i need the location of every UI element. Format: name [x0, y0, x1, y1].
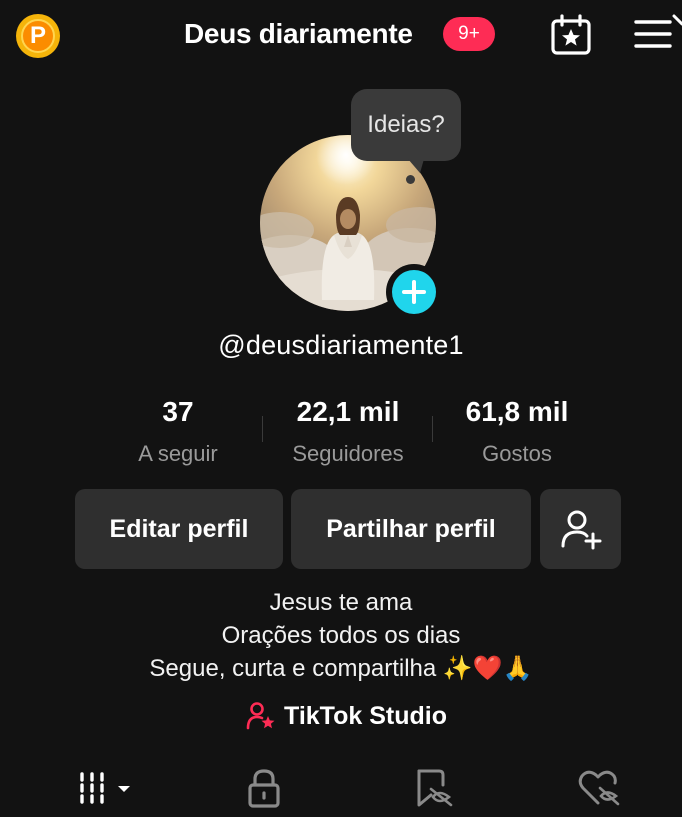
stat-followers-label: Seguidores: [292, 441, 404, 466]
bubble-dot: [406, 175, 415, 184]
bio-line: Jesus te ama: [269, 589, 413, 616]
profile-title[interactable]: Deus diariamente: [184, 14, 413, 54]
coins-icon[interactable]: P: [16, 14, 60, 58]
share-profile-button[interactable]: Partilhar perfil: [291, 489, 531, 569]
calendar-star-button[interactable]: [550, 14, 592, 56]
bio[interactable]: Jesus te ama Orações todos os dias Segue…: [0, 586, 682, 685]
menu-button[interactable]: [632, 14, 682, 54]
bio-emojis: ✨❤️🙏: [442, 654, 533, 682]
stat-following-label: A seguir: [138, 441, 218, 466]
tiktok-studio-label: TikTok Studio: [284, 702, 447, 730]
coin-letter: P: [21, 19, 55, 53]
bio-line: Segue, curta e compartilha: [149, 655, 437, 682]
creator-star-icon: [246, 702, 275, 730]
stat-following-value: 37: [162, 396, 194, 427]
tiktok-studio-link[interactable]: TikTok Studio: [246, 699, 447, 733]
tab-reposts[interactable]: [408, 765, 456, 811]
tab-videos[interactable]: [74, 765, 138, 811]
lock-icon: [248, 769, 280, 808]
add-friend-button[interactable]: [540, 489, 621, 569]
top-bar: P Deus diariamente 9+: [0, 0, 682, 72]
bio-line: Orações todos os dias: [221, 622, 461, 649]
calendar-star-icon: [551, 14, 591, 55]
edit-profile-button[interactable]: Editar perfil: [75, 489, 283, 569]
add-avatar-button[interactable]: [386, 264, 442, 320]
stat-followers-value: 22,1 mil: [296, 396, 400, 427]
bio-line-with-emojis: Segue, curta e compartilha ✨❤️🙏: [0, 652, 682, 685]
ideas-bubble[interactable]: Ideias?: [351, 89, 461, 161]
stat-following[interactable]: 37 A seguir: [88, 392, 268, 474]
grid-icon: [80, 772, 130, 804]
repost-icon: [417, 769, 453, 807]
hamburger-icon: [634, 14, 682, 48]
plus-icon: [392, 270, 436, 314]
stat-likes-label: Gostos: [482, 441, 552, 466]
tab-private[interactable]: [240, 765, 288, 811]
stat-followers[interactable]: 22,1 mil Seguidores: [258, 392, 438, 474]
liked-heart-icon: [578, 770, 620, 806]
add-user-icon: [561, 510, 601, 550]
notification-badge[interactable]: 9+: [443, 17, 495, 51]
stat-likes-value: 61,8 mil: [465, 396, 569, 427]
tab-liked[interactable]: [574, 765, 622, 811]
username: @deusdiariamente1: [218, 330, 464, 360]
bubble-tail: [408, 159, 424, 173]
stat-likes[interactable]: 61,8 mil Gostos: [427, 392, 607, 474]
